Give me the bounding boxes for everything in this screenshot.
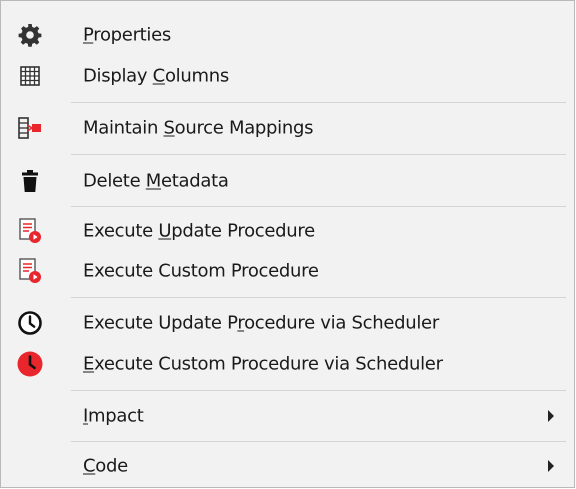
trash-icon (16, 167, 44, 195)
grid-icon (16, 62, 44, 90)
menu-item-execute-custom-procedure[interactable]: Execute Custom Procedure (1, 251, 574, 291)
menu-separator (71, 154, 566, 155)
execute-procedure-icon (16, 217, 44, 245)
clock-icon (16, 309, 44, 337)
menu-separator (71, 390, 566, 391)
menu-item-execute-update-procedure[interactable]: Execute Update Procedure (1, 211, 574, 251)
submenu-arrow-icon (548, 460, 554, 472)
menu-item-label: Maintain Source Mappings (83, 117, 314, 139)
menu-item-impact[interactable]: Impact (1, 396, 574, 436)
menu-separator (71, 441, 566, 442)
menu-item-delete-metadata[interactable]: Delete Metadata (1, 161, 574, 201)
execute-procedure-icon (16, 257, 44, 285)
menu-item-properties[interactable]: Properties (1, 15, 574, 55)
menu-item-maintain-source-mappings[interactable]: Maintain Source Mappings (1, 108, 574, 148)
menu-item-label: Delete Metadata (83, 170, 229, 192)
context-menu: Properties Display Columns Maintain Sour… (0, 0, 575, 488)
source-mapping-icon (16, 114, 44, 142)
menu-item-label: Execute Custom Procedure via Scheduler (83, 353, 443, 375)
gear-icon (16, 21, 44, 49)
menu-item-label: Execute Update Procedure (83, 220, 315, 242)
menu-item-label: Code (83, 455, 128, 477)
menu-item-label: Properties (83, 24, 171, 46)
clock-red-icon (16, 350, 44, 378)
menu-separator (71, 102, 566, 103)
submenu-arrow-icon (548, 410, 554, 422)
menu-separator (71, 297, 566, 298)
menu-item-label: Impact (83, 405, 144, 427)
menu-item-execute-custom-procedure-via-scheduler[interactable]: Execute Custom Procedure via Scheduler (1, 344, 574, 384)
menu-item-label: Display Columns (83, 65, 229, 87)
menu-item-display-columns[interactable]: Display Columns (1, 56, 574, 96)
menu-item-label: Execute Custom Procedure (83, 260, 319, 282)
menu-separator (71, 206, 566, 207)
menu-item-code[interactable]: Code (1, 446, 574, 486)
menu-item-execute-update-procedure-via-scheduler[interactable]: Execute Update Procedure via Scheduler (1, 303, 574, 343)
menu-item-label: Execute Update Procedure via Scheduler (83, 312, 439, 334)
